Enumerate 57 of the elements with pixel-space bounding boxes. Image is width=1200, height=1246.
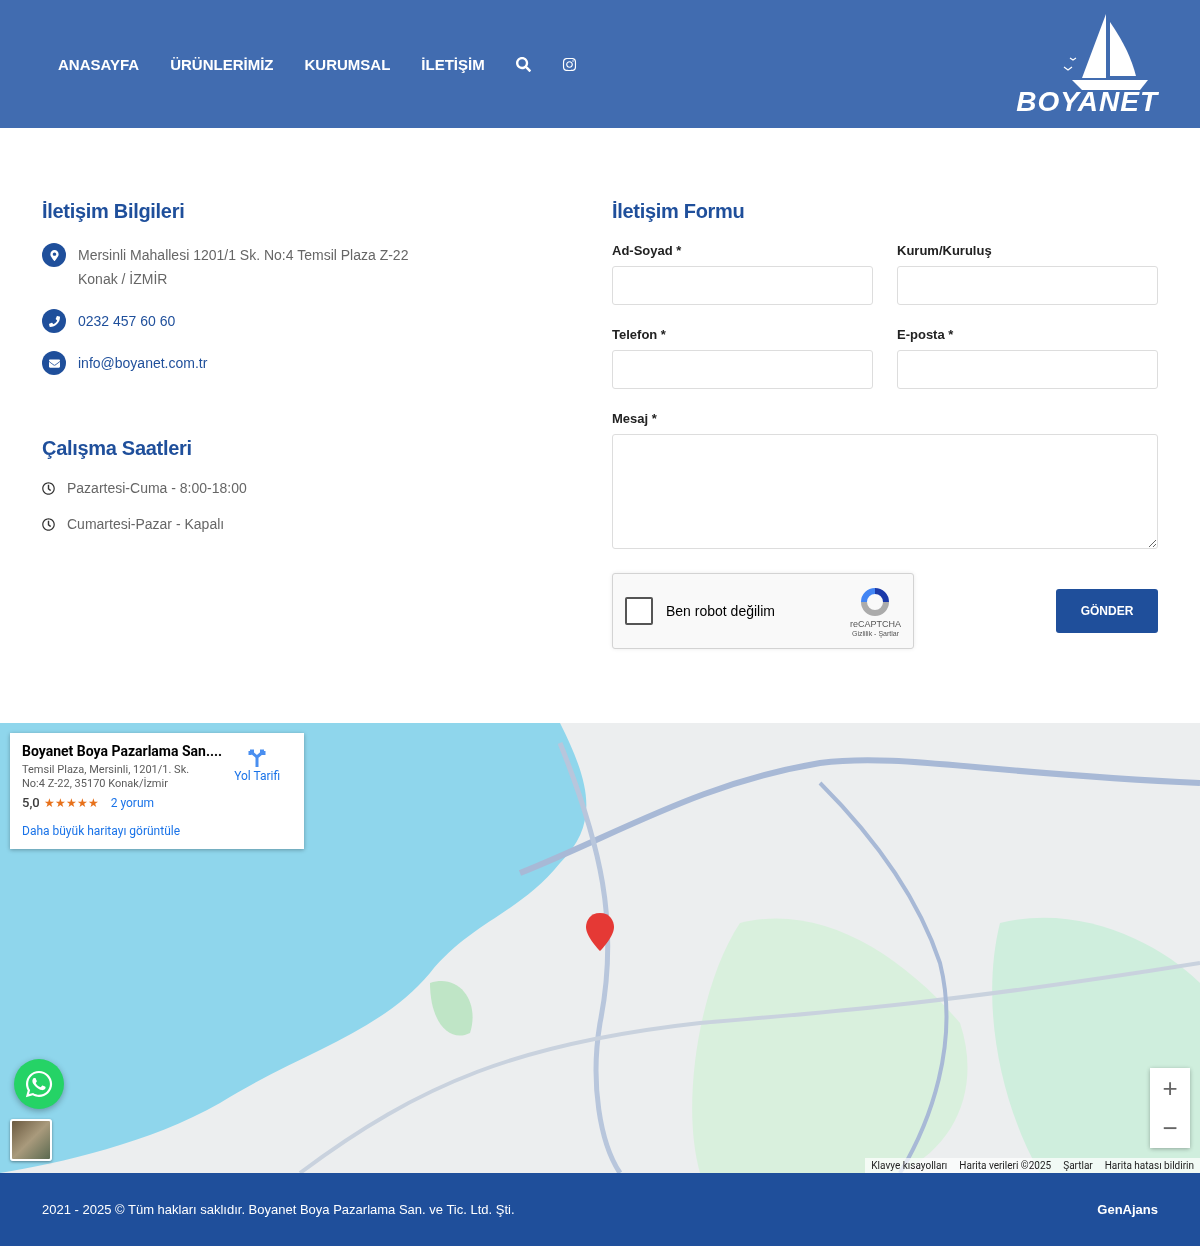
attribution-link[interactable]: Klavye kısayolları [871,1160,948,1171]
captcha-brand: reCAPTCHA [850,618,901,629]
search-icon[interactable] [515,56,531,72]
directions-link[interactable]: Yol Tarifi [222,747,293,789]
clock-icon [42,517,55,531]
zoom-in-button[interactable]: + [1150,1068,1190,1108]
captcha-label: Ben robot değilim [666,603,776,619]
clock-icon [42,481,55,495]
logo-text[interactable]: BOYANET [1016,88,1158,116]
larger-map-link[interactable]: Daha büyük haritayı görüntüle [22,824,223,838]
input-field[interactable] [897,266,1158,305]
hours-text: Cumartesi-Pazar - Kapalı [67,516,225,532]
phone-link[interactable]: 0232 457 60 60 [78,309,176,333]
place-address: Temsil Plaza, Mersinli, 1201/1. Sk. No:4 Z-22, 35170 Konak/İzmir [22,763,191,791]
star-icon: ★ [76,795,88,810]
field-label: Telefon * [612,327,667,342]
nav-link[interactable]: İLETİŞİM [421,55,485,73]
star-icon: ★ [54,795,66,810]
section-heading: İletişim Bilgileri [42,200,186,223]
section-heading: İletişim Formu [612,200,746,223]
recaptcha-icon [859,585,892,618]
place-title: Boyanet Boya Pazarlama San.... [22,743,223,759]
attribution-link[interactable]: Şartlar [1063,1160,1093,1171]
captcha-checkbox[interactable] [625,597,653,625]
attribution-link[interactable]: Harita hatası bildirin [1104,1160,1194,1171]
location-pin-icon [42,243,66,267]
field-label: Mesaj * [612,411,658,426]
nav-link[interactable]: ANASAYFA [58,55,140,73]
rating-value: 5,0 [22,795,40,810]
field-label: Kurum/Kuruluş [897,243,993,258]
submit-button[interactable]: GÖNDER [1056,589,1158,633]
address-text: Mersinli Mahallesi 1201/1 Sk. No:4 Temsil Plaza Z-22 Konak / İZMİR [78,246,409,289]
input-field[interactable] [612,266,873,305]
nav-link[interactable]: ÜRÜNLERİMİZ [170,55,274,73]
phone-icon [42,309,66,333]
email-link[interactable]: info@boyanet.com.tr [78,351,208,375]
star-icon: ★ [65,795,77,810]
field-label: Ad-Soyad * [612,243,683,258]
star-icon: ★ [43,795,55,810]
star-icon: ★ [87,795,99,810]
message-field[interactable] [612,434,1158,549]
section-heading: Çalışma Saatleri [42,437,193,460]
input-field[interactable] [897,350,1158,389]
fork-arrow-icon [247,747,268,767]
reviews-link[interactable]: 2 yorum [110,795,155,810]
zoom-out-button[interactable]: − [1150,1108,1190,1148]
copyright-text: 2021 - 2025 © Tüm hakları saklıdır. Boyanet Boya Pazarlama San. ve Tic. Ltd. Şti. [42,1202,515,1217]
instagram-icon[interactable] [561,56,577,72]
attribution-link[interactable]: Harita verileri ©2025 [959,1160,1052,1171]
whatsapp-icon [24,1069,54,1099]
hours-text: Pazartesi-Cuma - 8:00-18:00 [67,480,247,496]
field-label: E-posta * [897,327,955,342]
envelope-icon [42,351,66,375]
satellite-layer-button[interactable] [10,1119,52,1161]
credit-link[interactable]: GenAjans [1097,1202,1158,1217]
nav-link[interactable]: KURUMSAL [304,55,391,73]
input-field[interactable] [612,350,873,389]
